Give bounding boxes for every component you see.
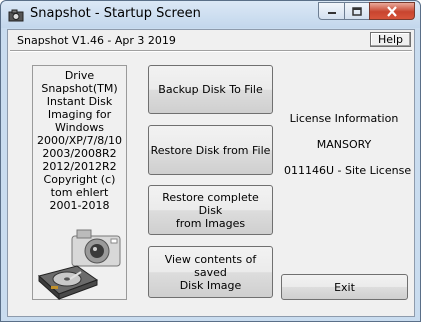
- view-image-line1: View contents of saved: [164, 252, 257, 279]
- close-icon: [387, 5, 397, 17]
- info-line: 2012/2012R2: [42, 160, 117, 173]
- info-line: Copyright (c): [43, 173, 116, 186]
- info-line: tom ehlert: [50, 186, 109, 199]
- app-camera-icon: [8, 9, 24, 22]
- help-button[interactable]: Help: [370, 32, 411, 47]
- license-id: 011146U - Site License: [284, 164, 412, 177]
- app-window: Snapshot - Startup Screen Snapshot V1.46…: [0, 0, 421, 322]
- version-label: Snapshot V1.46 - Apr 3 2019: [17, 34, 176, 47]
- title-bar[interactable]: Snapshot - Startup Screen: [1, 1, 420, 28]
- info-line: Drive: [64, 69, 95, 82]
- restore-disk-label: Restore Disk from File: [150, 143, 271, 157]
- maximize-button[interactable]: [344, 2, 370, 20]
- header-divider: [10, 50, 412, 52]
- info-line: 2001-2018: [49, 199, 110, 212]
- restore-complete-disk-button[interactable]: Restore complete Disk from Images: [148, 185, 273, 235]
- backup-disk-label: Backup Disk To File: [158, 83, 263, 96]
- exit-button[interactable]: Exit: [281, 274, 408, 300]
- close-button[interactable]: [369, 2, 415, 20]
- license-name: MANSORY: [316, 138, 372, 151]
- minimize-button[interactable]: [318, 2, 345, 20]
- info-line: Instant Disk: [46, 95, 113, 108]
- view-image-line2: Disk Image: [179, 278, 242, 292]
- info-line: 2000/XP/7/8/10: [37, 134, 122, 147]
- window-title: Snapshot - Startup Screen: [30, 6, 201, 21]
- product-info-text: Drive Snapshot(TM) Instant Disk Imaging …: [33, 69, 126, 212]
- minimize-icon: [327, 12, 336, 14]
- restore-complete-label: Restore complete Disk from Images: [149, 191, 272, 230]
- info-line: Snapshot(TM): [41, 82, 118, 95]
- product-info-panel: Drive Snapshot(TM) Instant Disk Imaging …: [32, 65, 127, 300]
- view-image-contents-button[interactable]: View contents of saved Disk Image: [148, 246, 273, 298]
- client-area: Snapshot V1.46 - Apr 3 2019 Help Drive S…: [7, 29, 415, 317]
- hard-disk-icon: [37, 265, 99, 300]
- info-line: 2003/2008R2: [42, 147, 117, 160]
- license-title: License Information: [289, 112, 399, 125]
- restore-complete-line2: from Images: [175, 216, 246, 230]
- info-line: Windows: [54, 121, 105, 134]
- restore-complete-line1: Restore complete Disk: [162, 190, 259, 217]
- maximize-icon: [352, 6, 362, 16]
- backup-disk-button[interactable]: Backup Disk To File: [148, 65, 273, 114]
- view-image-label: View contents of saved Disk Image: [149, 253, 272, 292]
- info-line: Imaging for: [47, 108, 112, 121]
- restore-disk-button[interactable]: Restore Disk from File: [148, 125, 273, 175]
